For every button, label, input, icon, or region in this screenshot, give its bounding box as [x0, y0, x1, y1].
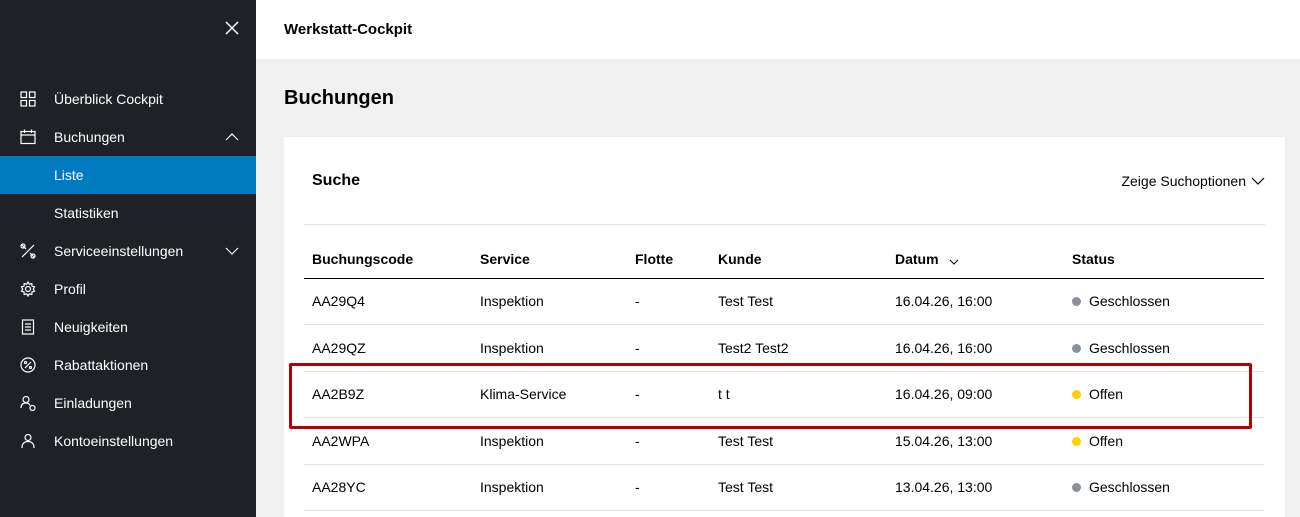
cell-fleet: -: [627, 464, 710, 511]
status-dot-icon: [1072, 483, 1081, 493]
sidebar-nav: Überblick Cockpit Buchungen Liste Statis…: [0, 80, 256, 460]
search-title: Suche: [312, 172, 361, 189]
status-dot-icon: [1072, 297, 1081, 307]
cell-code: AA28YC: [304, 464, 472, 511]
chevron-up-icon[interactable]: [224, 129, 240, 145]
sidebar-item-profile[interactable]: Profil: [0, 270, 256, 308]
cell-date: 16.04.26, 16:00: [887, 278, 1064, 325]
percent-icon: [20, 357, 36, 373]
column-header-fleet[interactable]: Flotte: [627, 241, 710, 279]
column-header-date[interactable]: Datum: [887, 241, 1064, 279]
cell-code: AA29Q4: [304, 278, 472, 325]
sidebar-item-label: Serviceeinstellungen: [54, 243, 184, 259]
search-toggle-label: Zeige Suchoptionen: [1121, 173, 1246, 189]
table-row[interactable]: AA2WPA Inspektion - Test Test 15.04.26, 13:0…: [304, 417, 1264, 465]
cell-fleet: -: [627, 324, 710, 372]
top-bar: Werkstatt-Cockpit: [256, 0, 1300, 59]
sidebar-subitem-label: Liste: [54, 167, 84, 183]
calendar-icon: [20, 129, 36, 145]
chevron-down-icon: [1251, 174, 1265, 188]
sidebar-item-label: Buchungen: [54, 129, 125, 145]
status-dot-icon: [1072, 343, 1081, 353]
cell-status: Offen: [1064, 371, 1264, 418]
divider: [304, 224, 1265, 225]
page-title: Buchungen: [284, 87, 394, 109]
status-dot-icon: [1072, 390, 1081, 400]
column-header-date-label: Datum: [895, 250, 939, 267]
sidebar-item-invitations[interactable]: Einladungen: [0, 384, 256, 422]
sidebar-item-overview[interactable]: Überblick Cockpit: [0, 80, 256, 118]
invite-user-icon: [20, 395, 36, 411]
cell-code: AA2WPA: [304, 417, 472, 465]
sidebar-item-news[interactable]: Neuigkeiten: [0, 308, 256, 346]
sidebar: Überblick Cockpit Buchungen Liste Statis…: [0, 0, 256, 517]
chevron-down-icon[interactable]: [224, 243, 240, 259]
table-row[interactable]: AA2B9Z Klima-Service - t t 16.04.26, 09:00 Of…: [304, 371, 1264, 418]
cell-status: Geschlossen: [1064, 324, 1264, 372]
table-row[interactable]: AA28YC Inspektion - Test Test 13.04.26, 13:0…: [304, 464, 1264, 511]
cell-date: 13.04.26, 13:00: [887, 464, 1064, 511]
sidebar-item-account-settings[interactable]: Kontoeinstellungen: [0, 422, 256, 460]
bookings-table: Buchungscode Service Flotte Kunde Datum …: [304, 241, 1264, 511]
column-header-status[interactable]: Status: [1064, 241, 1264, 279]
sidebar-subitem-list[interactable]: Liste: [0, 156, 256, 194]
grid-icon: [20, 91, 36, 107]
cell-service: Klima-Service: [472, 371, 627, 418]
sidebar-item-label: Rabattaktionen: [54, 357, 149, 373]
tools-icon: [20, 243, 36, 259]
cell-fleet: -: [627, 417, 710, 465]
cell-code: AA29QZ: [304, 324, 472, 372]
app-title: Werkstatt-Cockpit: [284, 21, 413, 38]
cell-customer: Test2 Test2: [710, 324, 887, 372]
clipboard-icon: [20, 319, 36, 335]
gear-icon: [20, 281, 36, 297]
sidebar-subitem-label: Statistiken: [54, 205, 119, 221]
close-icon[interactable]: [222, 18, 242, 38]
status-label: Geschlossen: [1089, 339, 1170, 356]
cell-customer: Test Test: [710, 464, 887, 511]
column-header-service[interactable]: Service: [472, 241, 627, 279]
status-label: Geschlossen: [1089, 293, 1170, 310]
table-row[interactable]: AA29QZ Inspektion - Test2 Test2 16.04.26, 16…: [304, 324, 1264, 372]
status-label: Offen: [1089, 386, 1123, 403]
cell-date: 15.04.26, 13:00: [887, 417, 1064, 465]
cell-service: Inspektion: [472, 278, 627, 325]
sidebar-item-service-settings[interactable]: Serviceeinstellungen: [0, 232, 256, 270]
column-header-customer[interactable]: Kunde: [710, 241, 887, 279]
cell-service: Inspektion: [472, 324, 627, 372]
cell-status: Geschlossen: [1064, 278, 1264, 325]
sidebar-subitem-statistics[interactable]: Statistiken: [0, 194, 256, 232]
show-search-options-button[interactable]: Zeige Suchoptionen: [1121, 173, 1265, 189]
cell-code: AA2B9Z: [304, 371, 472, 418]
sidebar-item-discounts[interactable]: Rabattaktionen: [0, 346, 256, 384]
sidebar-item-label: Einladungen: [54, 395, 132, 411]
cell-service: Inspektion: [472, 417, 627, 465]
sidebar-item-bookings[interactable]: Buchungen: [0, 118, 256, 156]
status-label: Offen: [1089, 432, 1123, 449]
sort-chevron-down-icon[interactable]: [949, 252, 959, 268]
cell-fleet: -: [627, 278, 710, 325]
cell-status: Geschlossen: [1064, 464, 1264, 511]
cell-date: 16.04.26, 09:00: [887, 371, 1064, 418]
sidebar-item-label: Kontoeinstellungen: [54, 433, 174, 449]
sidebar-item-label: Profil: [54, 281, 86, 297]
sidebar-item-label: Neuigkeiten: [54, 319, 128, 335]
column-header-code[interactable]: Buchungscode: [304, 241, 472, 279]
cell-customer: Test Test: [710, 278, 887, 325]
sidebar-item-label: Überblick Cockpit: [54, 91, 163, 107]
cell-customer: t t: [710, 371, 887, 418]
status-label: Geschlossen: [1089, 479, 1170, 496]
cell-fleet: -: [627, 371, 710, 418]
table-header-row: Buchungscode Service Flotte Kunde Datum …: [304, 241, 1264, 279]
status-dot-icon: [1072, 436, 1081, 446]
cell-status: Offen: [1064, 417, 1264, 465]
user-icon: [20, 433, 36, 449]
table-row[interactable]: AA29Q4 Inspektion - Test Test 16.04.26, 16:0…: [304, 278, 1264, 325]
cell-date: 16.04.26, 16:00: [887, 324, 1064, 372]
cell-customer: Test Test: [710, 417, 887, 465]
bookings-card: Suche Zeige Suchoptionen Buchungscode Se…: [284, 137, 1285, 517]
cell-service: Inspektion: [472, 464, 627, 511]
